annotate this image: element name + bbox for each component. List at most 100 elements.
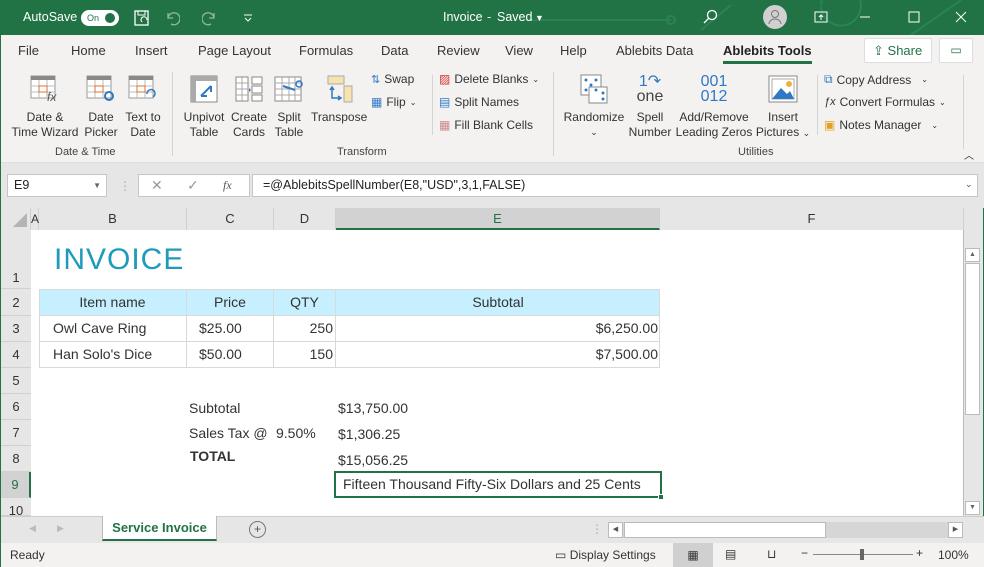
delete-blanks-button[interactable]: ▨ Delete Blanks ⌄	[439, 72, 539, 86]
column-header-c[interactable]: C	[187, 208, 274, 230]
display-settings-button[interactable]: ▭ Display Settings	[555, 548, 656, 562]
comments-button[interactable]: ▭	[939, 38, 973, 63]
tab-review[interactable]: Review	[437, 43, 480, 58]
subtotal-value[interactable]: $13,750.00	[338, 395, 408, 421]
leading-zeros-button[interactable]: 001 012 Add/Remove Leading Zeros	[675, 71, 753, 140]
maximize-icon[interactable]	[906, 9, 922, 25]
account-icon[interactable]	[763, 5, 787, 29]
row-header-8[interactable]: 8	[1, 446, 31, 472]
cancel-icon[interactable]: ✕	[151, 177, 163, 194]
tab-split-handle[interactable]: ⋮	[591, 522, 603, 536]
save-state[interactable]: Saved	[497, 10, 532, 24]
undo-icon[interactable]	[163, 9, 181, 27]
drag-handle-icon[interactable]: ⋮	[119, 179, 131, 193]
split-names-button[interactable]: ▤ Split Names	[439, 95, 519, 109]
convert-formulas-button[interactable]: ƒx Convert Formulas ⌄	[824, 95, 946, 109]
tab-file[interactable]: File	[18, 43, 39, 58]
share-button[interactable]: ⇪ Share	[864, 38, 932, 63]
subtotal-cell[interactable]: $7,500.00	[336, 341, 658, 367]
row-header-1[interactable]: 1	[1, 230, 31, 289]
zoom-level[interactable]: 100%	[938, 548, 969, 562]
scroll-left-icon[interactable]: ◀	[608, 522, 623, 538]
horizontal-scroll-thumb[interactable]	[624, 522, 826, 538]
column-header-b[interactable]: B	[39, 208, 187, 230]
price-cell[interactable]: $25.00	[199, 315, 242, 341]
new-sheet-icon[interactable]: +	[249, 521, 266, 538]
autosave-toggle[interactable]: On	[81, 10, 119, 26]
text-to-date-button[interactable]: Text to Date	[121, 71, 165, 140]
tab-page-layout[interactable]: Page Layout	[198, 43, 271, 58]
split-table-button[interactable]: Split Table	[271, 71, 307, 140]
insert-pictures-button[interactable]: Insert Pictures ⌄	[753, 71, 813, 141]
table-header-price[interactable]: Price	[187, 289, 273, 315]
total-label[interactable]: TOTAL	[190, 443, 235, 469]
collapse-ribbon-icon[interactable]: ︿	[964, 147, 974, 162]
save-state-chevron-icon[interactable]: ▼	[535, 13, 544, 23]
date-picker-button[interactable]: Date Picker	[81, 71, 121, 140]
date-time-wizard-button[interactable]: fx Date & Time Wizard	[9, 71, 81, 140]
table-header-qty[interactable]: QTY	[274, 289, 335, 315]
insert-function-icon[interactable]: fx	[223, 178, 232, 193]
worksheet-grid[interactable]: INVOICE Item name Price QTY Subtotal Owl…	[31, 230, 964, 516]
ribbon-display-icon[interactable]	[813, 9, 829, 25]
column-header-e[interactable]: E	[336, 208, 660, 230]
formula-input[interactable]: =@AblebitsSpellNumber(E8,"USD",3,1,FALSE…	[252, 174, 978, 197]
tab-data[interactable]: Data	[381, 43, 408, 58]
normal-view-icon[interactable]: ▦	[673, 543, 713, 567]
vertical-scrollbar[interactable]: ▲ ▼	[964, 208, 983, 516]
minimize-icon[interactable]	[857, 9, 873, 25]
tab-help[interactable]: Help	[560, 43, 587, 58]
zoom-in-icon[interactable]: +	[916, 546, 923, 560]
search-icon[interactable]	[701, 8, 719, 26]
expand-formula-icon[interactable]: ⌄	[965, 179, 973, 190]
unpivot-table-button[interactable]: Unpivot Table	[179, 71, 229, 140]
scroll-right-icon[interactable]: ▶	[948, 522, 963, 538]
tab-view[interactable]: View	[505, 43, 533, 58]
scroll-up-icon[interactable]: ▲	[965, 248, 980, 262]
scroll-down-icon[interactable]: ▼	[965, 501, 980, 515]
notes-manager-button[interactable]: ▣ Notes Manager ⌄	[824, 118, 938, 132]
horizontal-scrollbar[interactable]: ◀ ▶	[608, 522, 963, 538]
zoom-slider-thumb[interactable]	[860, 549, 864, 560]
close-icon[interactable]	[953, 9, 969, 25]
randomize-button[interactable]: Randomize ⌄	[561, 71, 627, 140]
invoice-title[interactable]: INVOICE	[54, 240, 184, 280]
subtotal-cell[interactable]: $6,250.00	[336, 315, 658, 341]
swap-button[interactable]: ⇅ Swap	[371, 72, 414, 86]
enter-icon[interactable]: ✓	[187, 177, 199, 194]
column-header-f[interactable]: F	[660, 208, 964, 230]
row-header-2[interactable]: 2	[1, 289, 31, 316]
redo-icon[interactable]	[201, 9, 219, 27]
column-header-a[interactable]: A	[31, 208, 39, 230]
select-all-corner[interactable]	[1, 208, 31, 230]
row-header-9[interactable]: 9	[1, 472, 31, 498]
flip-button[interactable]: ▦ Flip ⌄	[371, 95, 416, 109]
next-sheet-icon[interactable]: ▶	[57, 523, 64, 534]
chevron-down-icon[interactable]: ▼	[93, 175, 101, 196]
tab-ablebits-tools[interactable]: Ablebits Tools	[723, 43, 812, 64]
row-header-7[interactable]: 7	[1, 420, 31, 446]
tab-ablebits-data[interactable]: Ablebits Data	[616, 43, 693, 58]
subtotal-label[interactable]: Subtotal	[189, 395, 240, 421]
page-layout-view-icon[interactable]: ▤	[725, 547, 736, 561]
qty-cell[interactable]: 150	[274, 341, 333, 367]
save-icon[interactable]	[133, 9, 151, 27]
spelled-total-cell-selected[interactable]: Fifteen Thousand Fifty-Six Dollars and 2…	[334, 471, 662, 498]
vertical-scroll-thumb[interactable]	[965, 263, 980, 415]
sales-tax-rate[interactable]: 9.50%	[276, 420, 316, 446]
sheet-tab-service-invoice[interactable]: Service Invoice	[102, 516, 217, 541]
row-header-4[interactable]: 4	[1, 342, 31, 368]
zoom-out-icon[interactable]: −	[801, 546, 808, 560]
table-header-item-name[interactable]: Item name	[39, 289, 186, 315]
total-value[interactable]: $15,056.25	[338, 447, 408, 473]
page-break-view-icon[interactable]: ⊔	[767, 547, 776, 561]
qty-cell[interactable]: 250	[274, 315, 333, 341]
column-header-d[interactable]: D	[274, 208, 336, 230]
fill-handle[interactable]	[658, 494, 664, 500]
tab-home[interactable]: Home	[71, 43, 106, 58]
table-header-subtotal[interactable]: Subtotal	[336, 289, 660, 315]
name-box[interactable]: E9 ▼	[7, 174, 107, 197]
create-cards-button[interactable]: Create Cards	[229, 71, 269, 140]
tab-formulas[interactable]: Formulas	[299, 43, 353, 58]
customize-qat-icon[interactable]	[241, 10, 255, 26]
